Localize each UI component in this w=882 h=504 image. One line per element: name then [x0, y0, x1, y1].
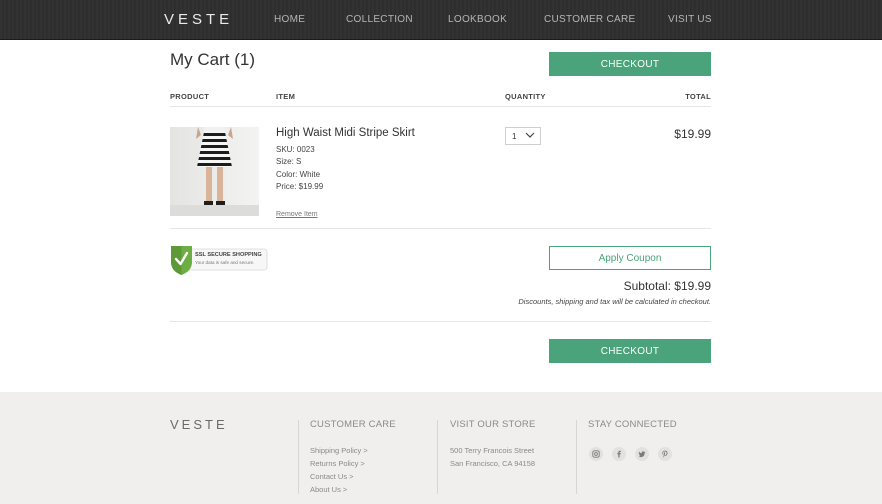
subtotal: Subtotal: $19.99 [623, 279, 711, 293]
footer-heading-customer-care: CUSTOMER CARE [310, 419, 396, 430]
subtotal-note: Discounts, shipping and tax will be calc… [518, 297, 711, 306]
divider [170, 106, 711, 107]
footer-divider [437, 420, 438, 494]
site-header: VESTE HOME COLLECTION LOOKBOOK CUSTOMER … [0, 0, 882, 40]
nav-collection[interactable]: COLLECTION [346, 14, 413, 25]
footer-heading-stay-connected: STAY CONNECTED [588, 419, 677, 430]
nav-visit-us[interactable]: VISIT US [668, 14, 712, 25]
nav-lookbook[interactable]: LOOKBOOK [448, 14, 507, 25]
store-address-line2: San Francisco, CA 94158 [450, 459, 536, 468]
column-header-total: TOTAL [685, 92, 711, 101]
facebook-icon[interactable] [612, 447, 626, 461]
ssl-badge-title: SSL SECURE SHOPPING [195, 252, 262, 258]
divider [170, 321, 711, 322]
quantity-select[interactable]: 1 [505, 127, 541, 145]
apply-coupon-button[interactable]: Apply Coupon [549, 246, 711, 270]
footer-heading-visit-store: VISIT OUR STORE [450, 419, 536, 430]
item-sku: SKU: 0023 [276, 145, 315, 154]
footer-link-returns-policy[interactable]: Returns Policy > [310, 459, 365, 468]
item-size: Size: S [276, 157, 302, 166]
remove-item-link[interactable]: Remove Item [276, 211, 318, 218]
chevron-down-icon [525, 132, 535, 138]
footer-link-contact-us[interactable]: Contact Us > [310, 472, 354, 481]
column-header-quantity: QUANTITY [505, 92, 546, 101]
column-header-product: PRODUCT [170, 92, 210, 101]
footer-logo[interactable]: VESTE [170, 417, 228, 432]
twitter-icon[interactable] [635, 447, 649, 461]
ssl-secure-badge: SSL SECURE SHOPPING Your data is safe an… [170, 245, 268, 275]
column-header-item: ITEM [276, 92, 296, 101]
item-name[interactable]: High Waist Midi Stripe Skirt [276, 127, 415, 139]
store-address-line1: 500 Terry Francois Street [450, 446, 535, 455]
pinterest-icon[interactable] [658, 447, 672, 461]
divider [170, 228, 711, 229]
item-price: Price: $19.99 [276, 182, 324, 191]
instagram-icon[interactable] [589, 447, 603, 461]
product-image[interactable] [170, 127, 259, 216]
quantity-value: 1 [512, 132, 517, 141]
nav-home[interactable]: HOME [274, 14, 305, 25]
site-footer: VESTE CUSTOMER CARE Shipping Policy > Re… [0, 392, 882, 504]
page-title: My Cart (1) [170, 50, 255, 69]
footer-divider [298, 420, 299, 494]
nav-customer-care[interactable]: CUSTOMER CARE [544, 14, 636, 25]
item-color: Color: White [276, 170, 321, 179]
footer-divider [576, 420, 577, 494]
site-logo[interactable]: VESTE [164, 11, 233, 28]
ssl-badge-subtitle: Your data is safe and secure. [195, 260, 255, 265]
footer-link-shipping-policy[interactable]: Shipping Policy > [310, 446, 368, 455]
checkout-button-top[interactable]: CHECKOUT [549, 52, 711, 76]
checkout-button-bottom[interactable]: CHECKOUT [549, 339, 711, 363]
item-total: $19.99 [674, 127, 711, 141]
footer-link-about-us[interactable]: About Us > [310, 485, 347, 494]
